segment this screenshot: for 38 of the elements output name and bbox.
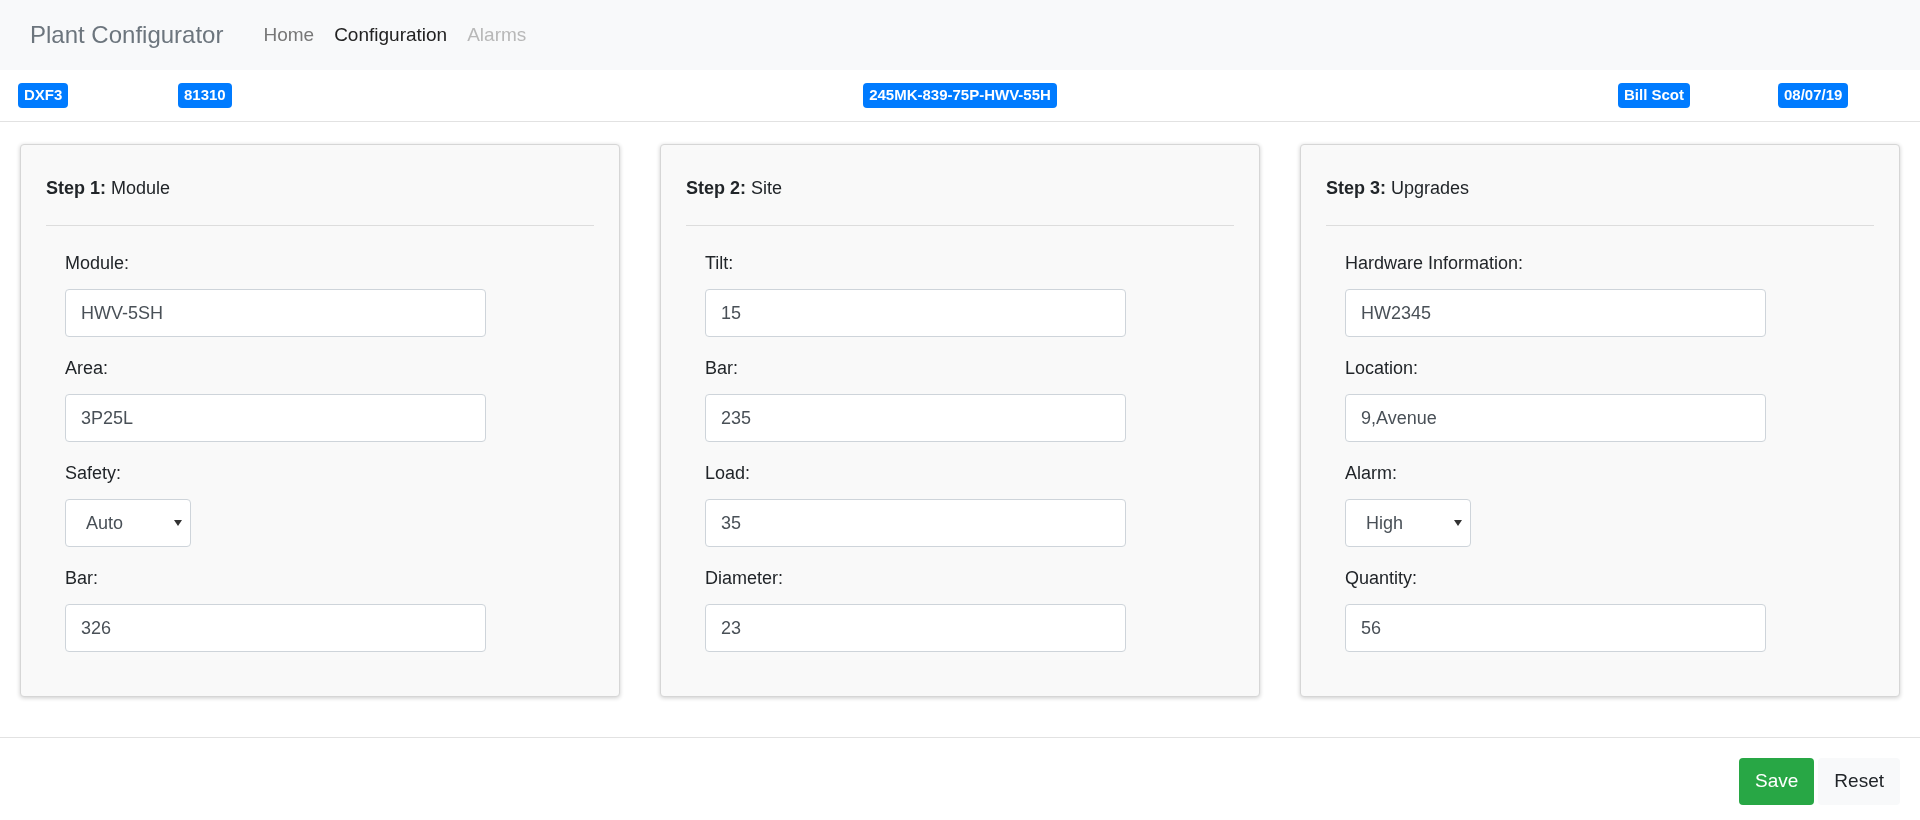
brand-title[interactable]: Plant Configurator [30, 17, 224, 53]
caret-icon [1454, 520, 1462, 526]
input-field[interactable]: 23 [705, 604, 1126, 652]
input-field[interactable]: HW2345 [1345, 289, 1766, 337]
reset-button[interactable]: Reset [1818, 758, 1900, 805]
field-label: Area: [65, 357, 110, 380]
info-badge: DXF3 [18, 83, 69, 108]
caret-icon [174, 520, 182, 526]
info-badge: 08/07/19 [1778, 83, 1849, 108]
input-field[interactable]: 326 [65, 604, 486, 652]
input-field[interactable]: 3P25L [65, 394, 486, 442]
input-field[interactable]: HWV-5SH [65, 289, 486, 337]
field-label: Alarm: [1345, 462, 1398, 485]
card-title: Step 2: Site [686, 175, 1234, 226]
card-title: Step 3: Upgrades [1326, 175, 1874, 226]
field-label: Bar: [65, 567, 99, 590]
field-label: Module: [65, 252, 131, 275]
input-field[interactable]: 9,Avenue [1345, 394, 1766, 442]
field-label: Safety: [65, 462, 123, 485]
input-field[interactable]: 35 [705, 499, 1126, 547]
input-field[interactable]: 56 [1345, 604, 1766, 652]
field-label: Tilt: [705, 252, 735, 275]
field-label: Diameter: [705, 567, 785, 590]
field-label: Bar: [705, 357, 739, 380]
nav-link[interactable]: Configuration [334, 20, 448, 50]
input-field[interactable]: 15 [705, 289, 1126, 337]
info-badge: 81310 [178, 83, 232, 108]
field-label: Load: [705, 462, 752, 485]
field-label: Hardware Information: [1345, 252, 1525, 275]
select-field[interactable]: Auto [65, 499, 191, 547]
info-badge: Bill Scot [1618, 83, 1690, 108]
nav-link[interactable]: Home [263, 20, 315, 50]
select-field[interactable]: High [1345, 499, 1471, 547]
info-badge: 245MK-839-75P-HWV-55H [863, 83, 1057, 108]
input-field[interactable]: 235 [705, 394, 1126, 442]
card-title: Step 1: Module [46, 175, 594, 226]
field-label: Quantity: [1345, 567, 1419, 590]
field-label: Location: [1345, 357, 1420, 380]
